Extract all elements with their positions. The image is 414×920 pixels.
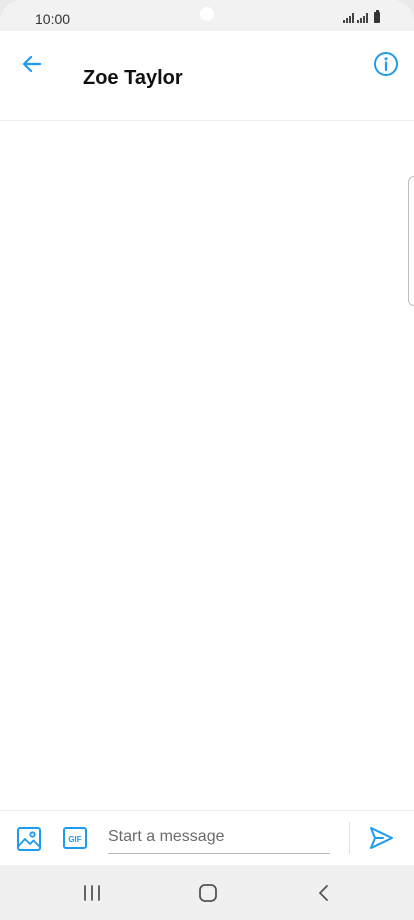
message-list[interactable] xyxy=(0,122,414,810)
back-button[interactable] xyxy=(18,50,46,78)
message-composer: GIF xyxy=(0,810,414,865)
status-icons xyxy=(343,10,380,23)
message-input[interactable] xyxy=(108,821,330,854)
status-time: 10:00 xyxy=(35,11,71,27)
nav-back-button[interactable] xyxy=(312,881,336,905)
gif-icon: GIF xyxy=(63,827,87,849)
svg-text:GIF: GIF xyxy=(68,835,81,844)
home-button[interactable] xyxy=(196,881,220,905)
recents-icon xyxy=(84,885,100,901)
home-icon xyxy=(199,884,217,902)
send-button[interactable] xyxy=(367,824,395,852)
composer-divider xyxy=(349,822,350,854)
status-bar: 10:00 xyxy=(0,0,414,31)
conversation-header: Zoe Taylor xyxy=(0,31,414,121)
signal-icon xyxy=(357,13,368,23)
chevron-left-icon xyxy=(319,885,328,901)
send-icon xyxy=(370,827,393,849)
edge-panel-handle[interactable] xyxy=(408,176,414,306)
camera-cutout xyxy=(200,7,214,21)
add-media-button[interactable] xyxy=(15,825,43,853)
battery-icon xyxy=(374,10,380,23)
arrow-left-icon xyxy=(22,55,42,73)
contact-name: Zoe Taylor xyxy=(83,67,183,89)
info-button[interactable] xyxy=(372,50,400,78)
navigation-bar xyxy=(0,865,414,920)
recents-button[interactable] xyxy=(80,881,104,905)
signal-icon xyxy=(343,13,354,23)
info-icon xyxy=(374,52,398,76)
add-gif-button[interactable]: GIF xyxy=(62,825,88,851)
image-icon xyxy=(17,827,41,851)
phone-screen: 10:00 Zoe Taylor GIF Start a message xyxy=(0,0,414,920)
